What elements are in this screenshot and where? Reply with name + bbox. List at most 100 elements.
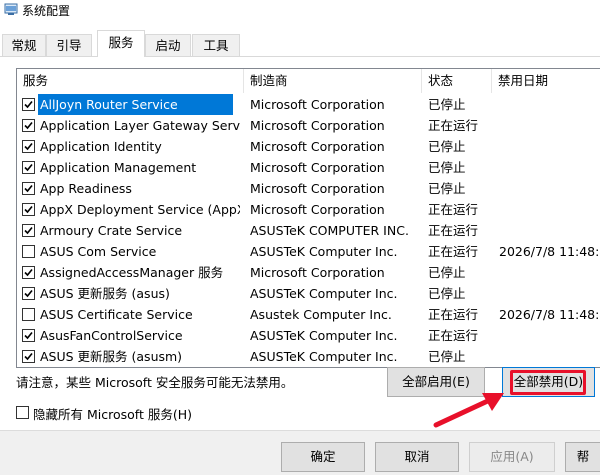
service-manufacturer: ASUSTeK Computer Inc. <box>250 244 398 259</box>
service-name: ASUS Com Service <box>40 244 157 259</box>
service-checkbox[interactable] <box>22 182 35 195</box>
dialog-button-bar: 确定 取消 应用(A) 帮 <box>0 430 600 475</box>
window-title: 系统配置 <box>22 4 71 18</box>
tab-tools[interactable]: 工具 <box>192 34 240 56</box>
hide-ms-checkbox[interactable] <box>16 406 29 419</box>
service-status: 已停止 <box>428 181 466 196</box>
service-status: 正在运行 <box>428 244 479 259</box>
service-manufacturer: ASUSTeK Computer Inc. <box>250 286 398 301</box>
apply-button[interactable]: 应用(A) <box>469 442 555 472</box>
service-name: Application Identity <box>40 139 162 154</box>
table-row[interactable]: Application Layer Gateway Service Microso… <box>17 115 600 136</box>
table-row[interactable]: Application Identity Microsoft Corporatio… <box>17 136 600 157</box>
tab-strip: 常规 引导 服务 启动 工具 <box>0 30 600 57</box>
table-row[interactable]: Application Management Microsoft Corporat… <box>17 157 600 178</box>
tab-services[interactable]: 服务 <box>97 30 145 57</box>
service-manufacturer: Microsoft Corporation <box>250 139 385 154</box>
red-arrow-icon <box>433 393 504 428</box>
service-status: 已停止 <box>428 349 466 364</box>
table-row[interactable]: ASUS Certificate Service Asustek Computer… <box>17 304 600 325</box>
service-checkbox[interactable] <box>22 119 35 132</box>
service-checkbox[interactable] <box>22 245 35 258</box>
service-checkbox[interactable] <box>22 224 35 237</box>
service-checkbox[interactable] <box>22 308 35 321</box>
service-disabled-date <box>499 136 600 157</box>
msconfig-icon <box>4 3 18 15</box>
service-name: ASUS 更新服务 (asusm) <box>40 349 183 364</box>
column-header-status[interactable]: 状态 <box>422 69 492 93</box>
service-disabled-date <box>499 283 600 304</box>
column-header-disabled-date[interactable]: 禁用日期 <box>492 69 600 93</box>
service-manufacturer: Microsoft Corporation <box>250 118 385 133</box>
service-name: AssignedAccessManager 服务 <box>40 265 224 280</box>
service-disabled-date <box>499 115 600 136</box>
service-manufacturer: Microsoft Corporation <box>250 202 385 217</box>
service-manufacturer: Microsoft Corporation <box>250 181 385 196</box>
service-name: ASUS Certificate Service <box>40 307 193 322</box>
service-checkbox[interactable] <box>22 266 35 279</box>
ok-button[interactable]: 确定 <box>281 442 365 472</box>
service-status: 正在运行 <box>428 307 479 322</box>
service-status: 正在运行 <box>428 202 479 217</box>
service-disabled-date: 2026/7/8 11:48:47 <box>499 307 600 322</box>
service-manufacturer: Microsoft Corporation <box>250 265 385 280</box>
service-status: 已停止 <box>428 97 466 112</box>
service-checkbox[interactable] <box>22 350 35 363</box>
tab-startup[interactable]: 启动 <box>145 34 191 56</box>
service-name: AllJoyn Router Service <box>40 97 178 112</box>
service-status: 已停止 <box>428 139 466 154</box>
service-checkbox[interactable] <box>22 98 35 111</box>
service-disabled-date <box>499 220 600 241</box>
service-name: Armoury Crate Service <box>40 223 183 238</box>
services-list[interactable]: 服务 制造商 状态 禁用日期 AllJoyn Router Service Mic… <box>16 68 600 368</box>
column-header-manufacturer[interactable]: 制造商 <box>244 69 422 93</box>
list-header: 服务 制造商 状态 禁用日期 <box>17 69 600 93</box>
service-status: 已停止 <box>428 160 466 175</box>
service-name: Application Layer Gateway Service <box>40 118 240 133</box>
service-manufacturer: ASUSTeK Computer Inc. <box>250 349 398 364</box>
service-checkbox[interactable] <box>22 140 35 153</box>
service-name: AppX Deployment Service (AppX... <box>40 202 240 217</box>
service-disabled-date <box>499 94 600 115</box>
tab-general[interactable]: 常规 <box>2 34 46 56</box>
hide-ms-label: 隐藏所有 Microsoft 服务(H) <box>33 407 192 422</box>
service-disabled-date <box>499 262 600 283</box>
table-row[interactable]: ASUS 更新服务 (asus) ASUSTeK Computer Inc. 已停止 <box>17 283 600 304</box>
table-row[interactable]: App Readiness Microsoft Corporation 已停止 <box>17 178 600 199</box>
table-row[interactable]: AssignedAccessManager 服务 Microsoft Corpor… <box>17 262 600 283</box>
tab-boot[interactable]: 引导 <box>46 34 92 56</box>
service-disabled-date <box>499 346 600 367</box>
service-disabled-date: 2026/7/8 11:48:47 <box>499 244 600 259</box>
service-status: 正在运行 <box>428 118 479 133</box>
service-manufacturer: Microsoft Corporation <box>250 97 385 112</box>
title-bar: 系统配置 <box>0 0 600 22</box>
service-status: 正在运行 <box>428 328 479 343</box>
service-name: ASUS 更新服务 (asus) <box>40 286 170 301</box>
service-manufacturer: ASUSTeK COMPUTER INC. <box>250 223 409 238</box>
service-checkbox[interactable] <box>22 203 35 216</box>
service-manufacturer: Asustek Computer Inc. <box>250 307 392 322</box>
service-manufacturer: ASUSTeK Computer Inc. <box>250 328 398 343</box>
table-row[interactable]: ASUS Com Service ASUSTeK Computer Inc. 正在运… <box>17 241 600 262</box>
highlight-box <box>510 370 586 395</box>
service-name: App Readiness <box>40 181 132 196</box>
service-disabled-date <box>499 157 600 178</box>
table-row[interactable]: AllJoyn Router Service Microsoft Corporat… <box>17 94 600 115</box>
service-checkbox[interactable] <box>22 287 35 300</box>
service-status: 已停止 <box>428 265 466 280</box>
service-disabled-date <box>499 325 600 346</box>
service-disabled-date <box>499 199 600 220</box>
service-name: Application Management <box>40 160 197 175</box>
table-row[interactable]: AppX Deployment Service (AppX... Microsof… <box>17 199 600 220</box>
service-disabled-date <box>499 178 600 199</box>
service-checkbox[interactable] <box>22 329 35 342</box>
service-status: 已停止 <box>428 286 466 301</box>
help-button[interactable]: 帮 <box>565 442 600 472</box>
table-row[interactable]: AsusFanControlService ASUSTeK Computer In… <box>17 325 600 346</box>
column-header-service[interactable]: 服务 <box>17 69 244 93</box>
table-row[interactable]: Armoury Crate Service ASUSTeK COMPUTER IN… <box>17 220 600 241</box>
service-manufacturer: Microsoft Corporation <box>250 160 385 175</box>
cancel-button[interactable]: 取消 <box>375 442 459 472</box>
service-checkbox[interactable] <box>22 161 35 174</box>
table-row[interactable]: ASUS 更新服务 (asusm) ASUSTeK Computer Inc. 已停… <box>17 346 600 367</box>
